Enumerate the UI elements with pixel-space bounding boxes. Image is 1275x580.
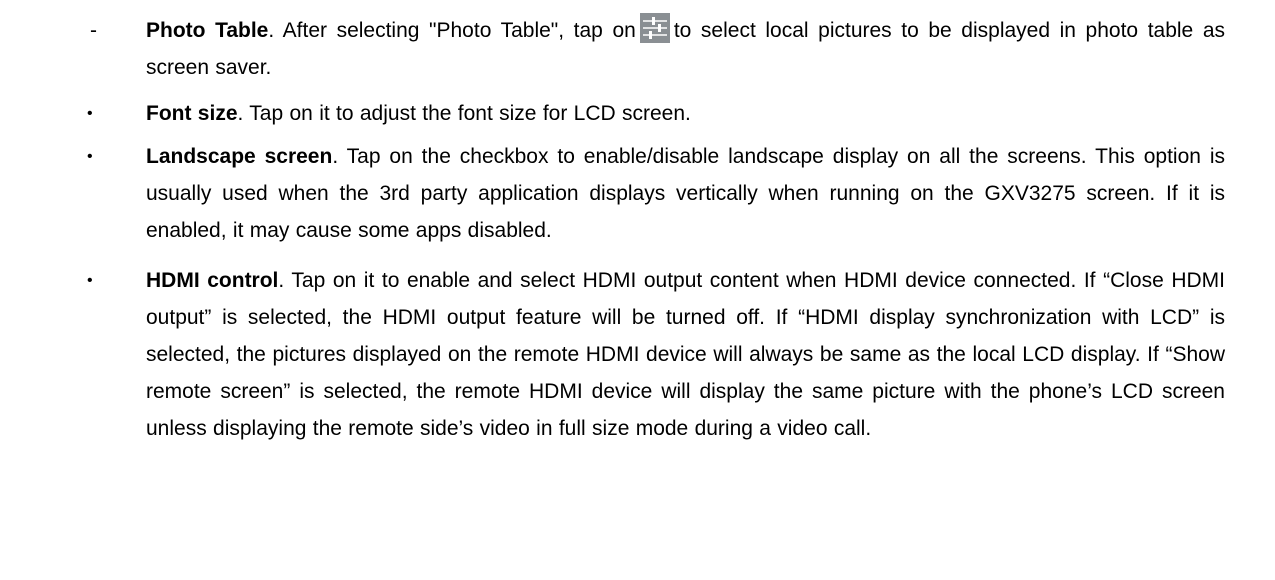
- term-font-size: Font size: [146, 102, 238, 125]
- term-landscape-screen: Landscape screen: [146, 145, 333, 168]
- font-size-description: . Tap on it to adjust the font size for …: [237, 102, 691, 125]
- term-hdmi-control: HDMI control: [146, 269, 279, 292]
- list-item-text: Photo Table. After selecting "Photo Tabl…: [146, 12, 1225, 86]
- bullet-marker: •: [87, 148, 93, 165]
- document-page: - Photo Table. After selecting "Photo Ta…: [0, 0, 1275, 580]
- bullet-marker: •: [87, 105, 93, 122]
- settings-sliders-icon: [639, 13, 670, 43]
- list-item-text: Landscape screen. Tap on the checkbox to…: [146, 138, 1225, 249]
- dash-marker: -: [90, 19, 97, 42]
- hdmi-control-description: . Tap on it to enable and select HDMI ou…: [146, 269, 1225, 440]
- photo-table-description-start: . After selecting "Photo Table", tap on: [268, 19, 636, 42]
- bullet-marker: •: [87, 272, 93, 289]
- list-item-text: HDMI control. Tap on it to enable and se…: [146, 262, 1225, 447]
- term-photo-table: Photo Table: [146, 19, 269, 42]
- list-item-text: Font size. Tap on it to adjust the font …: [146, 95, 1225, 132]
